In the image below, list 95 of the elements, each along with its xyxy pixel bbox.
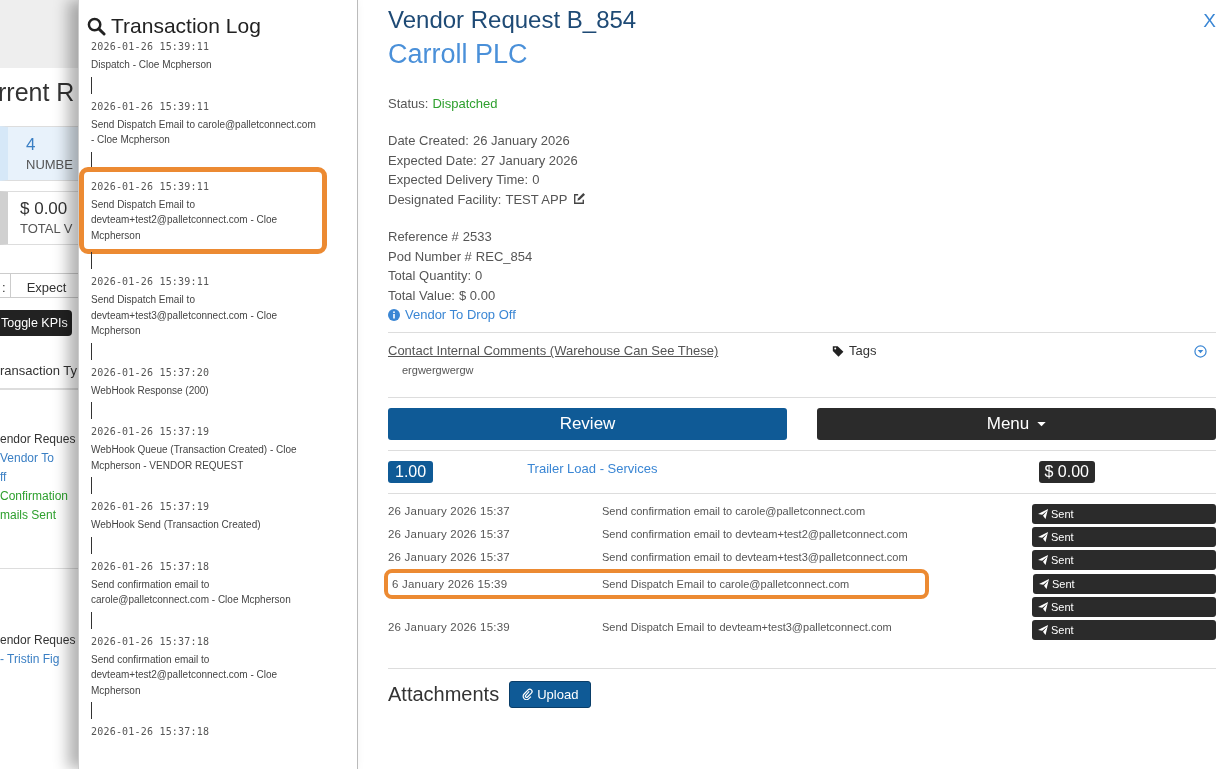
search-icon[interactable] [87,16,106,36]
attachments-heading: Attachments [388,682,500,706]
row-text: mails Sent [0,507,58,525]
email-date: 26 January 2026 15:37 [388,527,511,540]
email-description: Send Dispatch Email to devteam+test3@palletconnect.com [602,621,892,634]
expand-icon[interactable] [1194,345,1207,358]
field-value: TEST APP [505,190,568,209]
field-value: 2533 [462,228,492,246]
field-label: Pod Number # [388,247,472,266]
email-date: 26 January 2026 15:37 [388,504,511,517]
sent-button[interactable]: Sent [1032,526,1216,547]
field-label: Total Value: [388,286,455,305]
sent-button[interactable]: Sent [1032,503,1216,524]
kpi-value: 4 [26,134,37,155]
field-label: Expected Delivery Time: [388,171,529,189]
sent-button[interactable]: Sent [1032,596,1216,617]
log-message: WebHook Response (200) [91,383,210,398]
log-message: Send Dispatch Email to devteam+test3@palletconnect.com - Cloe Mcpherson [91,293,279,338]
field-value: 0 [532,171,540,189]
status-value: Dispatched [432,96,498,111]
price-badge: $ 0.00 [1038,461,1095,483]
link[interactable]: Vendor To [0,449,78,469]
caret-icon [1037,421,1047,427]
log-timestamp: 2026-01-26 15:37:19 [91,500,211,514]
log-message: Dispatch - Cloe Mcpherson [91,58,213,72]
log-message: Send confirmation email to devteam+test2@palletconnect.com - Cloe Mcpherson [91,652,279,698]
kpi-label: TOTAL V [20,221,74,237]
tags-icon [832,344,845,357]
paperclip-icon [522,688,534,701]
email-description: Send confirmation email to devteam+test3@palletconnect.com [602,551,908,564]
log-timestamp: 2026-01-26 15:37:18 [91,634,211,649]
sent-button[interactable]: Sent [1032,550,1216,571]
sent-button[interactable]: Sent [1032,573,1216,594]
log-timestamp: 2026-01-26 15:39:11 [91,40,211,54]
log-message: Send Dispatch Email to devteam+test2@palletconnect.com - Cloe Mcpherson [91,197,279,243]
field-label: Expected Date: [388,151,477,170]
log-timestamp: 2026-01-26 15:37:20 [91,365,211,380]
field-value: $ 0.00 [458,286,496,305]
log-timestamp: 2026-01-26 15:37:19 [91,425,211,439]
toggle-kpis-button[interactable]: Toggle KPIs [0,310,72,337]
row-text: Confirmation [0,488,70,506]
kpi-value: $ 0.00 [20,199,69,220]
log-message: Send confirmation email to carole@palletconnect.com - Cloe Mcpherson [91,577,292,607]
menu-button[interactable]: Menu [817,408,1216,440]
review-button[interactable]: Review [388,408,787,440]
email-description: Send confirmation email to carole@palletconnect.com [602,504,866,517]
link[interactable]: - Tristin Fig [0,650,78,670]
field-value: 27 January 2026 [480,151,578,170]
log-message: Send Dispatch Email to carole@palletconnect.com - Cloe Mcpherson [91,117,317,147]
field-label: Designated Facility: [388,190,502,209]
log-timestamp: 2026-01-26 15:39:11 [91,99,211,114]
email-date: 6 January 2026 15:39 [392,577,509,590]
close-button[interactable]: X [1203,6,1216,32]
edit-icon[interactable] [573,193,586,206]
info-link[interactable]: Vendor To Drop Off [405,305,516,324]
upload-button[interactable]: Upload [509,680,592,708]
paper-plane-icon [1038,531,1048,542]
sent-button[interactable]: Sent [1032,620,1216,641]
email-date: 26 January 2026 15:39 [388,621,511,634]
log-timestamp: 2026-01-26 15:37:18 [91,725,211,739]
email-description: Send Dispatch Email to carole@palletconnect.com [602,577,850,590]
log-message: WebHook Send (Transaction Created) [91,518,262,532]
link[interactable]: ff [0,468,78,488]
panel-title: Transaction Log [111,14,261,38]
comments-link[interactable]: Contact Internal Comments (Warehouse Can See These) [388,343,832,358]
tab[interactable]: : [0,274,10,298]
comment-text: ergwergwergw [402,364,475,376]
field-value: 0 [475,267,483,285]
line-item-link[interactable]: Trailer Load - Services [527,460,1039,476]
field-label: Total Quantity: [388,267,472,285]
email-description: Send confirmation email to devteam+test2@palletconnect.com [602,527,908,540]
log-message: WebHook Queue (Transaction Created) - Cloe Mcpherson - VENDOR REQUEST [91,443,298,473]
page-heading: rrent R [0,77,76,108]
paper-plane-icon [1038,508,1048,519]
tags-label: Tags [849,343,877,358]
kpi-label: NUMBE [26,156,74,172]
email-date: 26 January 2026 15:37 [388,551,511,564]
paper-plane-icon [1038,625,1048,636]
log-timestamp: 2026-01-26 15:39:11 [91,179,211,194]
paper-plane-icon [1038,601,1048,612]
field-value: 26 January 2026 [472,132,570,150]
paper-plane-icon [1038,578,1049,589]
field-label: Date Created: [388,132,469,150]
log-timestamp: 2026-01-26 15:39:11 [91,275,211,289]
row-text: endor Reques [0,632,77,650]
field-label: Status: [388,96,429,111]
field-value: REC_854 [475,247,533,266]
quantity-badge: 1.00 [388,461,434,483]
request-title: Vendor Request B_854 [388,6,637,34]
row-text: endor Reques [0,431,77,449]
field-label: Reference # [388,228,459,246]
tab[interactable]: Expect [9,274,71,298]
paper-plane-icon [1038,555,1048,566]
log-timestamp: 2026-01-26 15:37:18 [91,559,211,574]
info-icon [388,308,400,321]
